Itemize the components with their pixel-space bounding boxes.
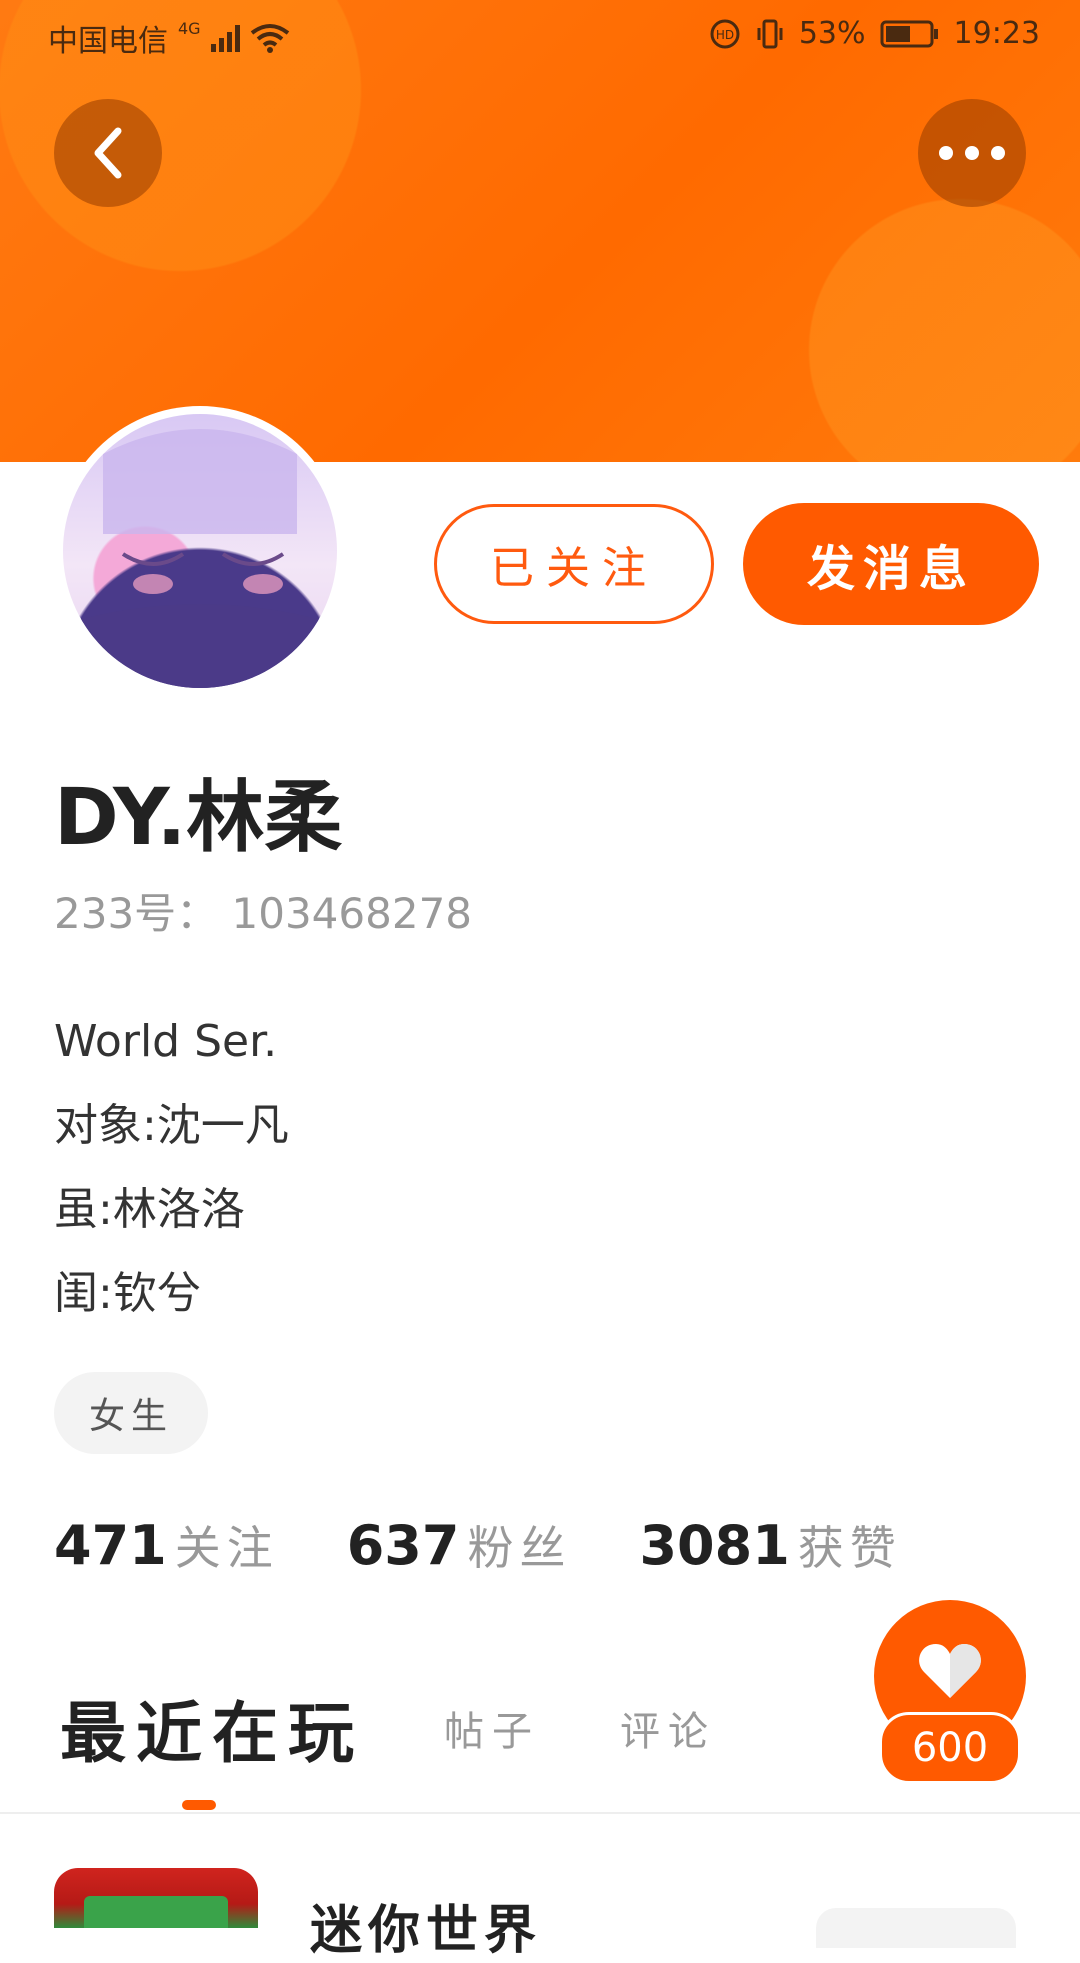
chevron-left-icon xyxy=(94,127,122,179)
bio-line: 对象:沈一凡 xyxy=(54,1100,289,1151)
profile-name: DY.林柔 xyxy=(54,773,343,863)
divider xyxy=(0,1812,1080,1814)
tab-posts[interactable]: 帖子 xyxy=(444,1699,540,1757)
user-avatar-image xyxy=(63,414,337,688)
profile-uid: 233号： 103468278 xyxy=(54,889,473,938)
stat-following[interactable]: 471 关注 xyxy=(54,1512,279,1578)
following-button[interactable]: 已关注 xyxy=(434,504,714,624)
stat-number: 637 xyxy=(346,1514,460,1577)
status-bar: 中国电信 4G HD 53% 19:23 xyxy=(0,0,1080,70)
tab-recent-games[interactable]: 最近在玩 xyxy=(60,1680,364,1776)
bio-line: 虽:林洛洛 xyxy=(54,1184,245,1235)
avatar[interactable] xyxy=(55,406,345,696)
clock: 19:23 xyxy=(953,16,1040,51)
tab-comments[interactable]: 评论 xyxy=(620,1699,716,1757)
stat-label: 关注 xyxy=(174,1521,279,1575)
heart-icon xyxy=(919,1644,981,1698)
more-button[interactable] xyxy=(918,99,1026,207)
network-type: 4G xyxy=(178,18,201,38)
stat-fans[interactable]: 637 粉丝 xyxy=(347,1512,572,1578)
battery-percent: 53% xyxy=(798,16,866,51)
signal-icon xyxy=(210,24,240,52)
battery-icon xyxy=(880,20,938,47)
bio-line: 闺:钦兮 xyxy=(54,1268,201,1319)
stat-number: 3081 xyxy=(639,1514,790,1577)
game-action-button[interactable] xyxy=(816,1908,1016,1948)
profile-tabs: 最近在玩 帖子 评论 xyxy=(60,1680,716,1776)
back-button[interactable] xyxy=(54,99,162,207)
like-count: 600 xyxy=(879,1712,1021,1784)
hd-call-icon: HD xyxy=(710,19,740,48)
send-message-button[interactable]: 发消息 xyxy=(743,503,1039,625)
svg-text:HD: HD xyxy=(716,28,734,42)
profile-bio: World Ser. 对象:沈一凡 虽:林洛洛 闺:钦兮 xyxy=(54,1000,289,1336)
game-icon[interactable] xyxy=(54,1868,258,1928)
stat-number: 471 xyxy=(54,1514,167,1577)
carrier-label: 中国电信 xyxy=(48,24,168,59)
wifi-icon xyxy=(250,24,289,53)
stat-label: 获赞 xyxy=(797,1521,902,1575)
more-horizontal-icon xyxy=(939,146,1005,160)
stat-label: 粉丝 xyxy=(467,1521,572,1575)
tab-indicator xyxy=(182,1800,216,1810)
stat-likes[interactable]: 3081 获赞 xyxy=(639,1512,901,1578)
profile-stats: 471 关注 637 粉丝 3081 获赞 xyxy=(54,1512,970,1578)
gender-tag: 女生 xyxy=(54,1372,208,1454)
bio-line: World Ser. xyxy=(54,1016,278,1067)
game-title[interactable]: 迷你世界 xyxy=(310,1888,542,1963)
profile-header-banner: 中国电信 4G HD 53% 19:23 xyxy=(0,0,1080,462)
vibrate-icon xyxy=(757,19,783,48)
